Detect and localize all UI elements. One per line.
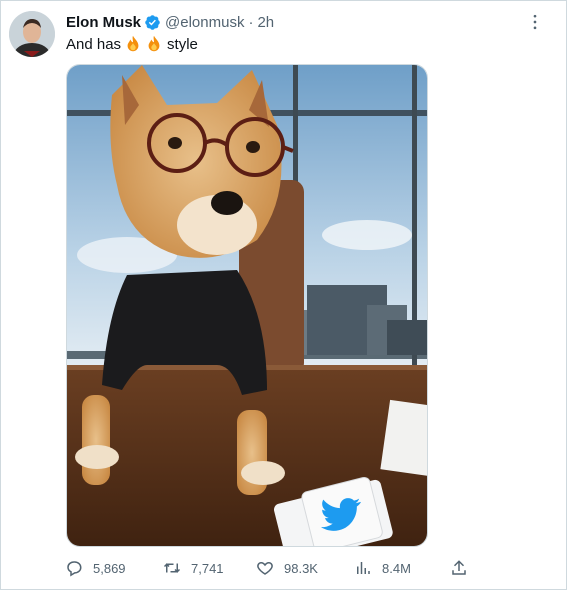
tweet-actions: 5,869 7,741 98.3K 8.4M [60, 556, 480, 580]
tweet-text: And has style [66, 35, 198, 53]
heart-icon [256, 559, 284, 577]
fire-emoji-icon [124, 35, 142, 53]
like-button[interactable]: 98.3K [256, 556, 318, 580]
views-chart-icon [354, 559, 382, 577]
reply-button[interactable]: 5,869 [65, 556, 126, 580]
views-button[interactable]: 8.4M [354, 556, 411, 580]
share-icon [450, 559, 478, 577]
more-options-icon[interactable] [522, 12, 548, 32]
separator-dot: · [248, 13, 254, 31]
views-count: 8.4M [382, 560, 411, 576]
tweet-text-part-1: And has [66, 35, 122, 53]
tweet-header: Elon Musk @elonmusk · 2h [66, 13, 274, 31]
author-name[interactable]: Elon Musk [66, 14, 141, 31]
fire-emoji-icon [145, 35, 163, 53]
reply-icon [65, 559, 93, 577]
timestamp[interactable]: 2h [257, 14, 274, 31]
tweet-text-part-2: style [167, 35, 198, 53]
like-count: 98.3K [284, 560, 318, 576]
author-handle[interactable]: @elonmusk [165, 14, 244, 31]
retweet-count: 7,741 [191, 560, 224, 576]
retweet-icon [163, 559, 191, 577]
share-button[interactable] [450, 556, 478, 580]
retweet-button[interactable]: 7,741 [163, 556, 224, 580]
verified-badge-icon [144, 14, 161, 31]
tweet-photo[interactable] [66, 64, 428, 547]
twitter-bird-icon [319, 493, 363, 533]
avatar[interactable] [9, 11, 55, 57]
reply-count: 5,869 [93, 560, 126, 576]
